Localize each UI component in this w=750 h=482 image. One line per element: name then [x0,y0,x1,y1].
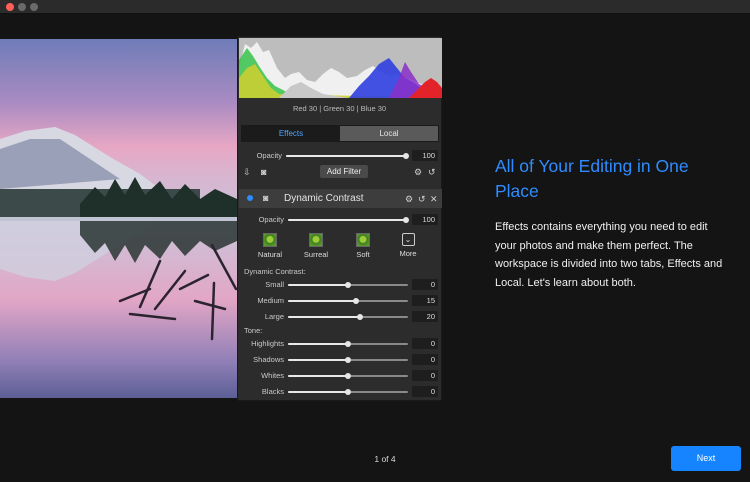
dc-medium-label: Medium [257,296,284,305]
tab-local[interactable]: Local [340,126,438,141]
editor-panel: Red 30 | Green 30 | Blue 30 Effects Loca… [237,36,442,401]
preset-soft[interactable]: Soft [345,233,381,259]
dc-medium-value[interactable]: 15 [412,295,438,306]
mask-icon[interactable]: ◙ [261,167,266,177]
minimize-window-button[interactable] [18,3,26,11]
dc-medium-slider[interactable] [288,298,408,304]
next-button[interactable]: Next [671,446,741,471]
preset-thumbnail [309,233,323,247]
close-window-button[interactable] [6,3,14,11]
reset-icon[interactable]: ↺ [428,167,436,177]
tone-blacks-value[interactable]: 0 [412,386,438,397]
preset-natural[interactable]: Natural [252,233,288,259]
page-indicator: 1 of 4 [374,454,396,464]
tutorial-body: Effects contains everything you need to … [495,221,723,289]
histogram [239,38,442,98]
filter-close-icon[interactable]: ✕ [430,194,438,204]
filter-enabled-toggle[interactable] [247,195,253,201]
maximize-window-button[interactable] [30,3,38,11]
tutorial-headline: All of Your Editing in One Place [495,156,689,201]
tone-whites-slider[interactable] [288,373,408,379]
tab-effects[interactable]: Effects [242,126,340,141]
tone-highlights-label: Highlights [251,339,284,348]
preset-label: Natural [257,250,283,259]
add-filter-button[interactable]: Add Filter [320,165,368,178]
tone-blacks-slider[interactable] [288,389,408,395]
global-opacity-value[interactable]: 100 [412,150,438,161]
filter-opacity-value[interactable]: 100 [412,214,438,225]
tone-shadows-slider[interactable] [288,357,408,363]
dc-large-value[interactable]: 20 [412,311,438,322]
tone-section-label: Tone: [244,326,263,335]
dc-large-slider[interactable] [288,314,408,320]
filter-opacity-slider[interactable] [288,217,409,223]
panel-tabs: Effects Local [241,125,439,142]
rgb-readout: Red 30 | Green 30 | Blue 30 [292,104,387,113]
preset-label: Surreal [303,250,329,259]
tone-shadows-value[interactable]: 0 [412,354,438,365]
gear-icon[interactable]: ⚙ [414,167,422,177]
dc-small-slider[interactable] [288,282,408,288]
tone-whites-label: Whites [261,371,284,380]
global-opacity-label: Opacity [256,151,282,160]
tone-whites-value[interactable]: 0 [412,370,438,381]
filter-mask-icon[interactable]: ◙ [263,193,268,203]
dc-large-label: Large [264,312,284,321]
preset-label: More [399,249,417,258]
filter-header[interactable]: ◙ Dynamic Contrast ⚙ ↺ ✕ [239,189,442,208]
tone-blacks-label: Blacks [261,387,284,396]
filter-gear-icon[interactable]: ⚙ [405,194,413,204]
preset-label: Soft [356,250,370,259]
global-opacity-slider[interactable] [286,153,409,159]
dynamic-contrast-section-label: Dynamic Contrast: [244,267,306,276]
filter-title: Dynamic Contrast [284,193,364,204]
filter-reset-icon[interactable]: ↺ [418,194,426,204]
dc-small-label: Small [265,280,284,289]
preset-thumbnail [263,233,277,247]
tone-highlights-value[interactable]: 0 [412,338,438,349]
tone-shadows-label: Shadows [253,355,284,364]
dc-small-value[interactable]: 0 [412,279,438,290]
preset-surreal[interactable]: Surreal [298,233,334,259]
preset-thumbnail [356,233,370,247]
filter-opacity-label: Opacity [258,215,284,224]
chevron-down-icon: ⌄ [401,233,415,246]
preset-more[interactable]: ⌄ More [390,233,426,258]
tone-highlights-slider[interactable] [288,341,408,347]
window-titlebar [0,0,750,14]
import-icon[interactable]: ⇩ [243,167,251,177]
